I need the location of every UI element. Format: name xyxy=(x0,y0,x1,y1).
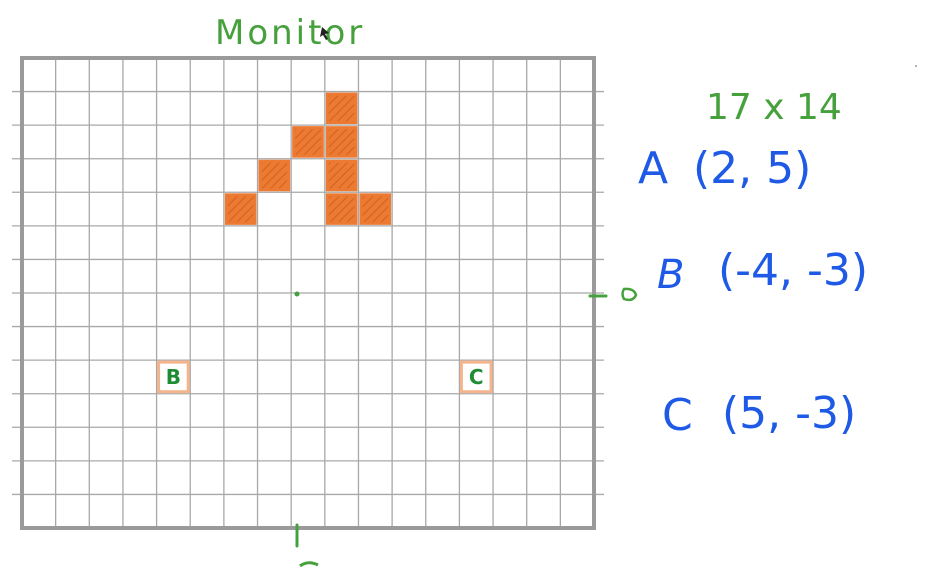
point-b-coords: (-4, -3) xyxy=(718,245,868,296)
point-b-label: B xyxy=(657,252,684,298)
grid-size-label: 17 x 14 xyxy=(706,87,842,128)
point-marker-letter: C xyxy=(469,365,484,389)
coordinate-list: A (2, 5) B (-4, -3) C (5, -3) xyxy=(638,143,868,441)
monitor-title: Monitor xyxy=(215,13,365,53)
diagram-canvas: Monitor B C 17 x 14 A (2, 5) B (-4, -3) C… xyxy=(12,13,917,567)
filled-pixel-hatch xyxy=(328,196,355,222)
filled-pixel-hatch xyxy=(261,162,288,189)
axis-tick-right-hook xyxy=(621,287,638,302)
point-c-coords: (5, -3) xyxy=(722,388,856,439)
axis-tick-bottom-hook xyxy=(299,561,319,567)
filled-pixel-hatch xyxy=(328,162,355,189)
filled-pixel-hatch xyxy=(328,95,355,122)
filled-pixel-hatch xyxy=(328,129,355,155)
point-a-coords: (2, 5) xyxy=(693,143,811,194)
filled-pixel-hatch xyxy=(227,196,254,222)
filled-pixel-hatch xyxy=(362,196,389,222)
origin-dot xyxy=(294,291,300,297)
stray-dot xyxy=(915,65,917,67)
point-marker-letter: B xyxy=(166,365,181,389)
filled-pixel-hatch xyxy=(295,129,321,155)
point-a-label: A xyxy=(638,143,668,194)
point-c-label: C xyxy=(662,390,693,441)
